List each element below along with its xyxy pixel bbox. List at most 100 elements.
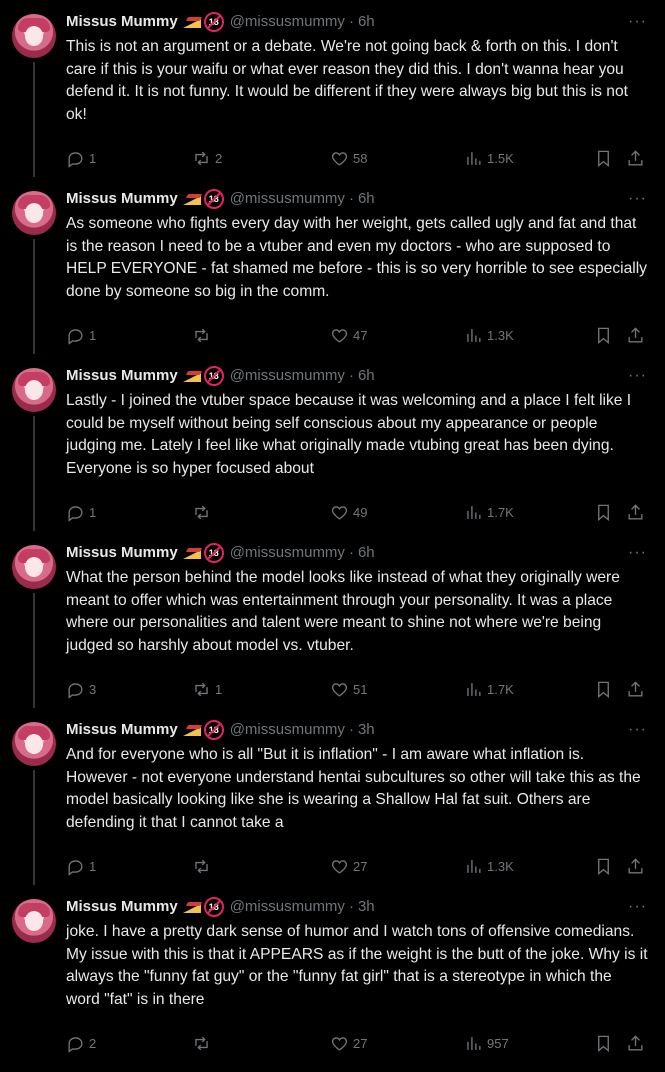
repost-button[interactable]: 2 [192, 148, 222, 168]
bookmark-icon [598, 327, 609, 344]
like-button[interactable]: 51 [330, 679, 367, 699]
share-button[interactable] [626, 856, 645, 876]
share-button[interactable] [626, 1033, 645, 1053]
like-count: 58 [353, 150, 368, 166]
repost-button[interactable] [192, 856, 215, 876]
tweet-header: Missus Mummy 18 @missusmummy · 3h ··· [66, 897, 649, 917]
views-button[interactable]: 957 [464, 1033, 509, 1053]
timestamp[interactable]: 3h [358, 720, 375, 740]
bookmark-button[interactable] [594, 679, 613, 699]
reply-button[interactable]: 1 [66, 325, 96, 345]
tweet[interactable]: Missus Mummy 18 @missusmummy · 3h ··· jo… [0, 885, 665, 1062]
share-button[interactable] [626, 148, 645, 168]
repost-icon [195, 151, 208, 165]
bookmark-button[interactable] [594, 502, 613, 522]
action-bar: 1 27 1.3K [66, 856, 649, 876]
timestamp[interactable]: 6h [358, 366, 375, 386]
views-button[interactable]: 1.3K [464, 856, 514, 876]
display-name[interactable]: Missus Mummy [66, 366, 178, 386]
share-icon [628, 326, 643, 343]
more-options-icon[interactable]: ··· [628, 12, 647, 32]
share-button[interactable] [626, 679, 645, 699]
views-button[interactable]: 1.3K [464, 325, 514, 345]
share-icon [628, 857, 643, 874]
tweet[interactable]: Missus Mummy 18 @missusmummy · 6h ··· Th… [0, 0, 665, 177]
repost-button[interactable]: 1 [192, 679, 222, 699]
tweet[interactable]: Missus Mummy 18 @missusmummy · 6h ··· As… [0, 177, 665, 354]
bookmark-button[interactable] [594, 325, 613, 345]
timestamp[interactable]: 6h [358, 189, 375, 209]
avatar[interactable] [12, 722, 56, 766]
more-options-icon[interactable]: ··· [628, 366, 647, 386]
reply-button[interactable]: 1 [66, 502, 96, 522]
timestamp[interactable]: 6h [358, 12, 375, 32]
cake-slice-icon [182, 546, 202, 560]
repost-button[interactable] [192, 1033, 215, 1053]
display-name[interactable]: Missus Mummy [66, 12, 178, 32]
tweet-text: This is not an argument or a debate. We'… [66, 38, 628, 123]
views-button[interactable]: 1.7K [464, 502, 514, 522]
avatar[interactable] [12, 14, 56, 58]
reply-button[interactable]: 2 [66, 1033, 96, 1053]
like-count: 27 [353, 858, 368, 874]
more-options-icon[interactable]: ··· [628, 189, 647, 209]
views-count: 1.3K [487, 858, 514, 874]
reply-icon [68, 1036, 83, 1053]
separator-dot: · [348, 190, 354, 207]
display-name[interactable]: Missus Mummy [66, 720, 178, 740]
reply-count: 3 [89, 681, 97, 697]
repost-icon [195, 328, 208, 342]
reply-icon [68, 151, 83, 168]
display-name[interactable]: Missus Mummy [66, 543, 178, 563]
like-button[interactable]: 27 [330, 1033, 367, 1053]
views-button[interactable]: 1.7K [464, 679, 514, 699]
reply-button[interactable]: 3 [66, 679, 96, 699]
avatar[interactable] [12, 899, 56, 943]
reply-button[interactable]: 1 [66, 856, 96, 876]
separator-dot: · [348, 367, 354, 384]
more-options-icon[interactable]: ··· [628, 543, 647, 563]
cake-slice-icon [182, 900, 202, 914]
avatar[interactable] [12, 368, 56, 412]
views-count: 1.7K [487, 681, 514, 697]
display-name[interactable]: Missus Mummy [66, 189, 178, 209]
tweet[interactable]: Missus Mummy 18 @missusmummy · 6h ··· Wh… [0, 531, 665, 708]
views-count: 1.5K [487, 150, 514, 166]
share-button[interactable] [626, 325, 645, 345]
user-handle[interactable]: @missusmummy [230, 720, 345, 740]
avatar[interactable] [12, 545, 56, 589]
eighteen-badge-icon: 18 [203, 189, 224, 209]
tweet[interactable]: Missus Mummy 18 @missusmummy · 6h ··· La… [0, 354, 665, 531]
user-handle[interactable]: @missusmummy [230, 897, 345, 917]
more-options-icon[interactable]: ··· [628, 720, 647, 740]
eighteen-badge-icon: 18 [203, 366, 224, 386]
repost-button[interactable] [192, 502, 215, 522]
tweet-text: As someone who fights every day with her… [66, 215, 647, 300]
tweet-header: Missus Mummy 18 @missusmummy · 6h ··· [66, 189, 649, 209]
user-handle[interactable]: @missusmummy [230, 12, 345, 32]
like-button[interactable]: 47 [330, 325, 367, 345]
more-options-icon[interactable]: ··· [628, 897, 647, 917]
tweet-text: joke. I have a pretty dark sense of humo… [66, 923, 648, 1008]
user-handle[interactable]: @missusmummy [230, 366, 345, 386]
bookmark-button[interactable] [594, 1033, 613, 1053]
repost-button[interactable] [192, 325, 215, 345]
heart-icon [331, 682, 348, 697]
reply-button[interactable]: 1 [66, 148, 96, 168]
like-button[interactable]: 49 [330, 502, 367, 522]
bookmark-button[interactable] [594, 856, 613, 876]
tweet[interactable]: Missus Mummy 18 @missusmummy · 3h ··· An… [0, 708, 665, 885]
timestamp[interactable]: 6h [358, 543, 375, 563]
eighteen-badge-icon: 18 [203, 543, 224, 563]
like-button[interactable]: 27 [330, 856, 367, 876]
avatar[interactable] [12, 191, 56, 235]
views-button[interactable]: 1.5K [464, 148, 514, 168]
share-button[interactable] [626, 502, 645, 522]
reply-count: 1 [89, 858, 97, 874]
bookmark-button[interactable] [594, 148, 613, 168]
user-handle[interactable]: @missusmummy [230, 189, 345, 209]
user-handle[interactable]: @missusmummy [230, 543, 345, 563]
display-name[interactable]: Missus Mummy [66, 897, 178, 917]
like-button[interactable]: 58 [330, 148, 367, 168]
timestamp[interactable]: 3h [358, 897, 375, 917]
